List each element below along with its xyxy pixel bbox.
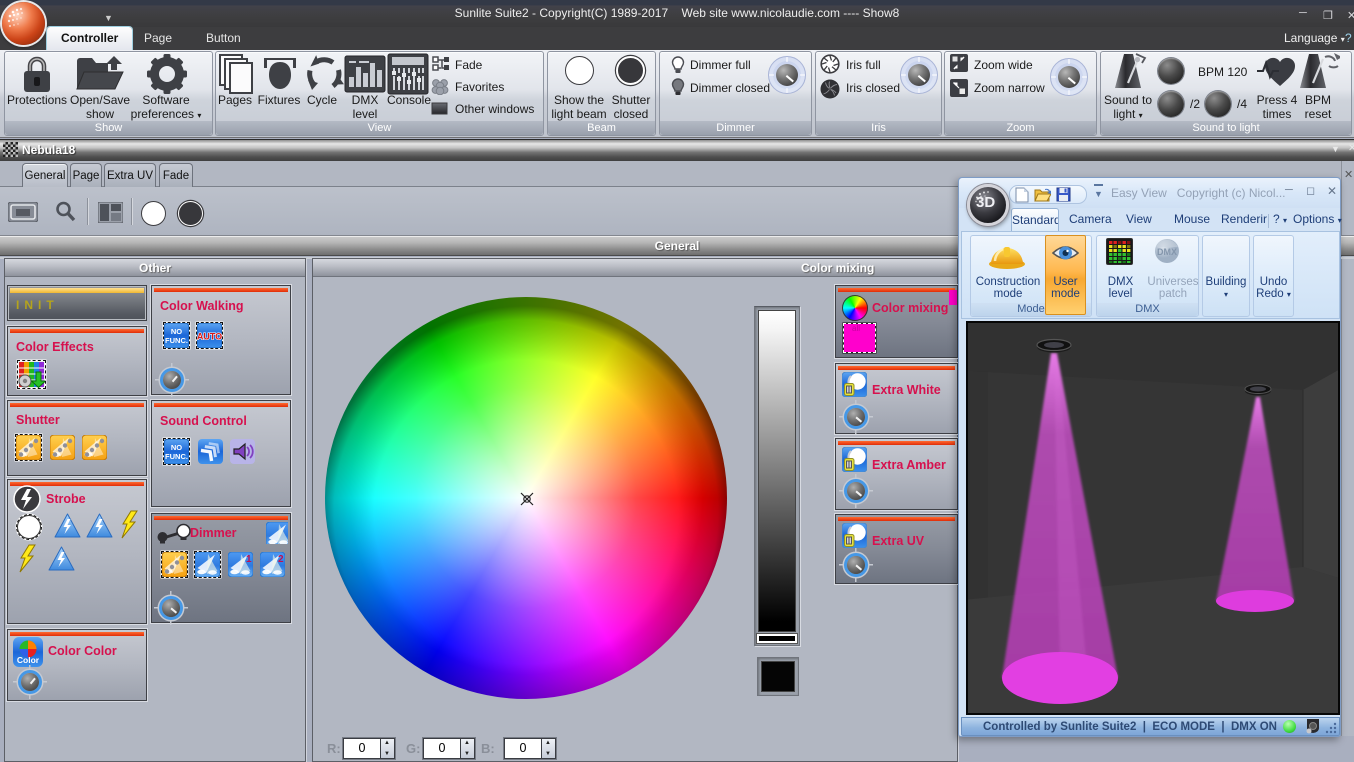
svg-text:2: 2 xyxy=(278,554,284,565)
svg-text:Color: Color xyxy=(17,655,40,665)
svg-text:DMX: DMX xyxy=(1157,247,1177,257)
svg-text:1: 1 xyxy=(246,554,252,565)
